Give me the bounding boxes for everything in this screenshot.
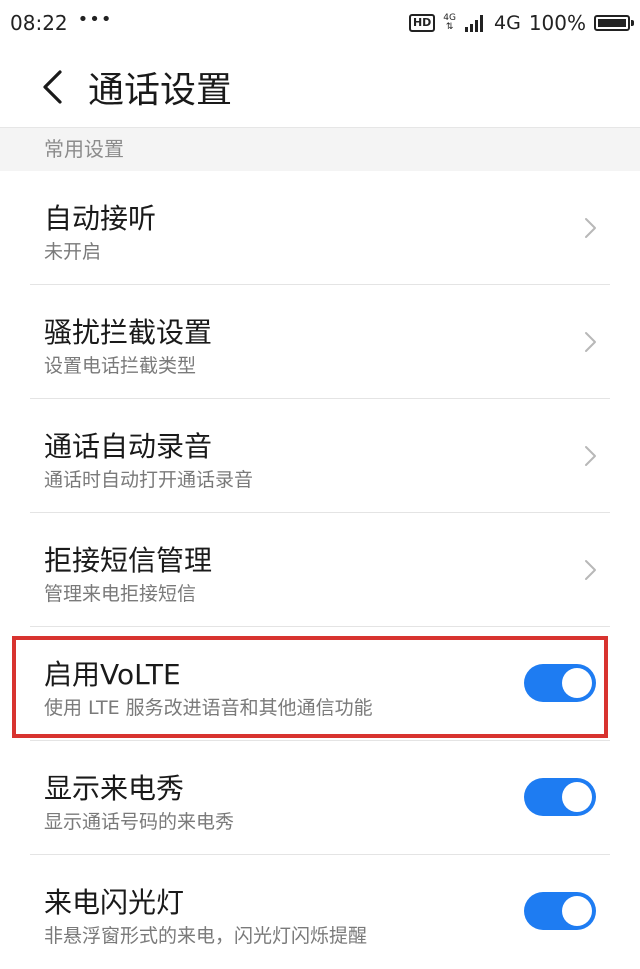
header: 通话设置 [0,46,640,128]
setting-auto-answer[interactable]: 自动接听 未开启 [0,171,640,285]
chevron-right-icon [585,446,596,466]
notification-dots-icon: ••• [77,8,113,30]
setting-flash-alert[interactable]: 来电闪光灯 非悬浮窗形式的来电，闪光灯闪烁提醒 [0,855,640,969]
status-right: HD 4G ⇅ 4G 100% [408,11,634,35]
setting-subtitle: 通话时自动打开通话录音 [44,469,254,491]
status-bar: 08:22 ••• HD 4G ⇅ 4G 100% [0,0,640,46]
setting-harassment-block[interactable]: 骚扰拦截设置 设置电话拦截类型 [0,285,640,399]
setting-subtitle: 使用 LTE 服务改进语音和其他通信功能 [44,697,373,719]
setting-subtitle: 显示通话号码的来电秀 [44,811,235,833]
setting-volte[interactable]: 启用VoLTE 使用 LTE 服务改进语音和其他通信功能 [0,627,640,741]
battery-percent: 100% [528,11,586,35]
setting-title: 骚扰拦截设置 [44,316,213,349]
chevron-right-icon [585,560,596,580]
setting-title: 通话自动录音 [44,430,213,463]
status-left: 08:22 ••• [10,8,113,36]
setting-title: 显示来电秀 [44,772,185,805]
setting-subtitle: 非悬浮窗形式的来电，闪光灯闪烁提醒 [44,925,368,947]
chevron-right-icon [585,218,596,238]
caller-show-toggle[interactable] [524,778,596,816]
toggle-knob [562,896,592,926]
flash-alert-toggle[interactable] [524,892,596,930]
hd-badge: HD [408,14,436,32]
back-arrow-icon[interactable] [22,57,82,117]
setting-title: 拒接短信管理 [44,544,213,577]
setting-subtitle: 管理来电拒接短信 [44,583,197,605]
setting-title: 来电闪光灯 [44,886,185,919]
status-time: 08:22 [10,11,68,35]
setting-caller-show[interactable]: 显示来电秀 显示通话号码的来电秀 [0,741,640,855]
setting-title: 启用VoLTE [44,658,181,691]
setting-subtitle: 设置电话拦截类型 [44,355,197,377]
network-type: 4G [494,12,521,34]
signal-icon [465,15,483,32]
setting-auto-record[interactable]: 通话自动录音 通话时自动打开通话录音 [0,399,640,513]
volte-toggle[interactable] [524,664,596,702]
section-header: 常用设置 [0,128,640,171]
setting-reject-sms[interactable]: 拒接短信管理 管理来电拒接短信 [0,513,640,627]
settings-list: 自动接听 未开启 骚扰拦截设置 设置电话拦截类型 通话自动录音 通话时自动打开通… [0,171,640,969]
battery-icon [594,15,634,31]
data-arrows-icon: ⇅ [445,22,454,32]
toggle-knob [562,782,592,812]
page-title: 通话设置 [88,69,233,111]
setting-subtitle: 未开启 [44,241,102,263]
setting-title: 自动接听 [44,202,157,235]
chevron-right-icon [585,332,596,352]
network-small-indicator: 4G ⇅ [443,14,456,32]
toggle-knob [562,668,592,698]
